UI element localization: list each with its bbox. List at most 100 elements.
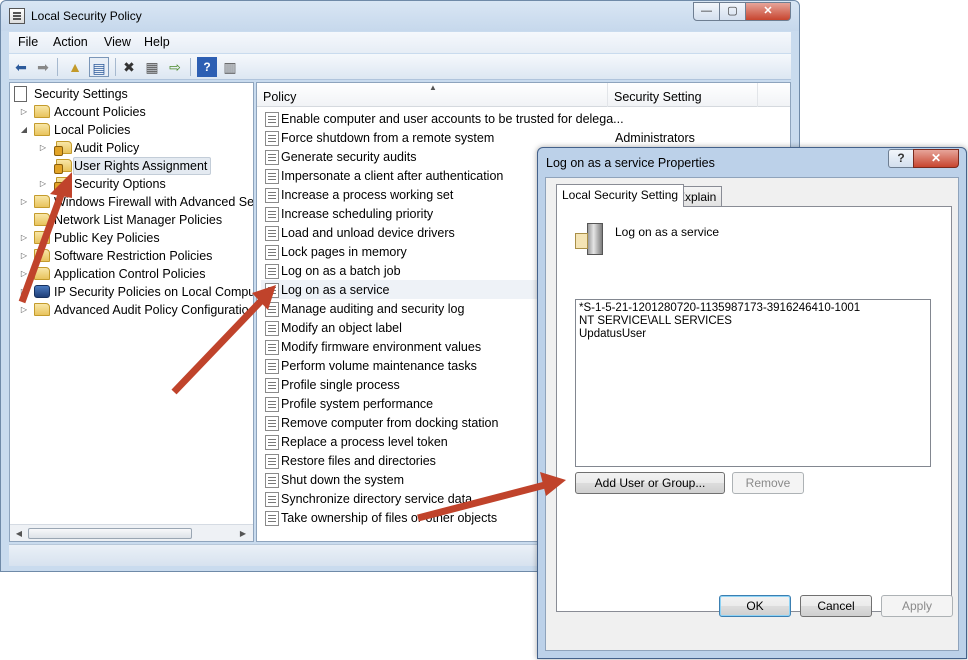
scrollbar-thumb[interactable] [28,528,192,539]
export-list-icon[interactable]: ⇨ [165,57,185,77]
tree-item-label: Local Policies [54,123,131,137]
policy-icon [265,340,279,355]
tree-item-label: User Rights Assignment [74,159,208,173]
tree-item-advanced-audit[interactable]: ▷ Advanced Audit Policy Configuratio [12,301,253,319]
expand-arrow-icon[interactable]: ▷ [19,193,29,211]
expand-arrow-icon[interactable]: ▷ [19,265,29,283]
delete-icon[interactable]: ✖ [119,57,139,77]
collapse-arrow-icon[interactable]: ◢ [19,121,29,139]
scroll-right-icon[interactable]: ▶ [236,527,250,540]
policy-icon [265,302,279,317]
security-settings-icon [14,86,27,102]
folder-icon [34,123,50,136]
toolbar-separator [57,58,58,76]
add-user-or-group-button[interactable]: Add User or Group... [575,472,725,494]
tree-item-public-key-policies[interactable]: ▷ Public Key Policies [12,229,242,247]
tree-item-windows-firewall[interactable]: ▷ Windows Firewall with Advanced Secu [12,193,254,211]
locked-folder-icon [54,177,72,192]
navigation-tree[interactable]: Security Settings ▷ Account Policies ◢ L… [9,82,254,542]
policy-icon [265,492,279,507]
tree-item-user-rights-assignment[interactable]: User Rights Assignment [12,157,242,175]
expand-arrow-icon[interactable]: ▷ [19,301,29,319]
policy-name-cell: Increase a process working set [281,188,454,202]
principals-list[interactable]: *S-1-5-21-1201280720-1135987173-39162464… [575,299,931,467]
cancel-button[interactable]: Cancel [800,595,872,617]
policy-name-cell: Replace a process level token [281,435,448,449]
expand-arrow-icon[interactable]: ▷ [19,103,29,121]
table-row[interactable]: Force shutdown from a remote system Admin… [261,129,790,148]
tree-item-software-restriction[interactable]: ▷ Software Restriction Policies [12,247,242,265]
tree-item-label: Public Key Policies [54,231,160,245]
maximize-button[interactable]: ▢ [719,2,746,21]
minimize-button[interactable]: — [693,2,720,21]
policy-icon [265,207,279,222]
help-button[interactable]: ? [888,149,914,168]
properties-dialog: Log on as a service Properties ? ✕ Local… [537,147,967,659]
policy-name-cell: Log on as a batch job [281,264,401,278]
folder-icon [34,105,50,118]
policy-name-cell: Shut down the system [281,473,404,487]
tree-item-account-policies[interactable]: ▷ Account Policies [12,103,242,121]
expand-arrow-icon[interactable]: ▷ [19,247,29,265]
local-security-policy-icon [9,8,25,24]
up-folder-icon[interactable]: ▲ [65,57,85,77]
list-item[interactable]: UpdatusUser [579,328,927,341]
apply-button[interactable]: Apply [881,595,953,617]
back-arrow-icon[interactable]: ⬅ [11,57,31,77]
tree-item-audit-policy[interactable]: ▷ Audit Policy [12,139,242,157]
show-hide-tree-icon[interactable]: ▤ [89,57,109,77]
expand-arrow-icon[interactable]: ▷ [38,175,48,193]
menu-file[interactable]: File [13,34,43,50]
table-row[interactable]: Enable computer and user accounts to be … [261,110,790,129]
policy-icon [265,112,279,127]
menu-view[interactable]: View [99,34,136,50]
scroll-left-icon[interactable]: ◀ [12,527,26,540]
action-pane-icon[interactable]: ▥ [220,57,240,77]
policy-name-cell: Lock pages in memory [281,245,407,259]
tab-panel: Log on as a service *S-1-5-21-1201280720… [556,206,952,612]
tree-item-label: Audit Policy [74,141,140,155]
expand-arrow-icon[interactable]: ▷ [19,229,29,247]
tree-item-network-list-manager[interactable]: Network List Manager Policies [12,211,242,229]
toolbar: ⬅ ➡ ▲ ▤ ✖ ▦ ⇨ ? ▥ [9,54,791,80]
expand-arrow-icon[interactable]: ▷ [19,283,29,301]
tree-item-label: Security Settings [34,87,128,101]
security-setting-cell: Administrators [615,131,695,145]
horizontal-scrollbar[interactable]: ◀ ▶ [10,524,253,541]
expand-arrow-icon[interactable]: ▷ [38,139,48,157]
tree-item-local-policies[interactable]: ◢ Local Policies [12,121,242,139]
forward-arrow-icon[interactable]: ➡ [33,57,53,77]
column-header-security-setting[interactable]: Security Setting [608,83,758,107]
remove-button[interactable]: Remove [732,472,804,494]
properties-icon[interactable]: ▦ [142,57,162,77]
tree-item-application-control[interactable]: ▷ Application Control Policies [12,265,242,283]
policy-name: Log on as a service [615,225,720,239]
tab-local-security-setting[interactable]: Local Security Setting [556,184,685,207]
policy-name-cell: Log on as a service [281,283,390,297]
tree-item-security-settings[interactable]: Security Settings [12,85,232,103]
list-header: Policy ▲ Security Setting [257,83,790,107]
policy-name-cell: Force shutdown from a remote system [281,131,495,145]
menu-action[interactable]: Action [48,34,93,50]
menu-bar: File Action View Help [9,32,791,53]
tree-item-label: Security Options [74,177,166,191]
policy-icon [265,397,279,412]
tree-item-ip-security[interactable]: ▷ IP Security Policies on Local Compute [12,283,253,301]
close-button[interactable]: ✕ [745,2,791,21]
policy-icon [265,226,279,241]
dialog-body: Local Security Setting Explain Log on as… [545,177,959,651]
policy-icon [265,511,279,526]
tree-item-label: Windows Firewall with Advanced Secu [54,195,254,209]
title-bar[interactable]: Local Security Policy — ▢ ✕ [1,1,799,31]
tree-item-security-options[interactable]: ▷ Security Options [12,175,242,193]
list-item[interactable]: *S-1-5-21-1201280720-1135987173-39162464… [579,302,927,315]
menu-help[interactable]: Help [139,34,175,50]
policy-icon [265,245,279,260]
policy-name-cell: Restore files and directories [281,454,436,468]
dialog-close-button[interactable]: ✕ [913,149,959,168]
policy-icon [265,150,279,165]
help-icon[interactable]: ? [197,57,217,77]
list-item[interactable]: NT SERVICE\ALL SERVICES [579,315,927,328]
policy-name-cell: Synchronize directory service data [281,492,473,506]
ok-button[interactable]: OK [719,595,791,617]
